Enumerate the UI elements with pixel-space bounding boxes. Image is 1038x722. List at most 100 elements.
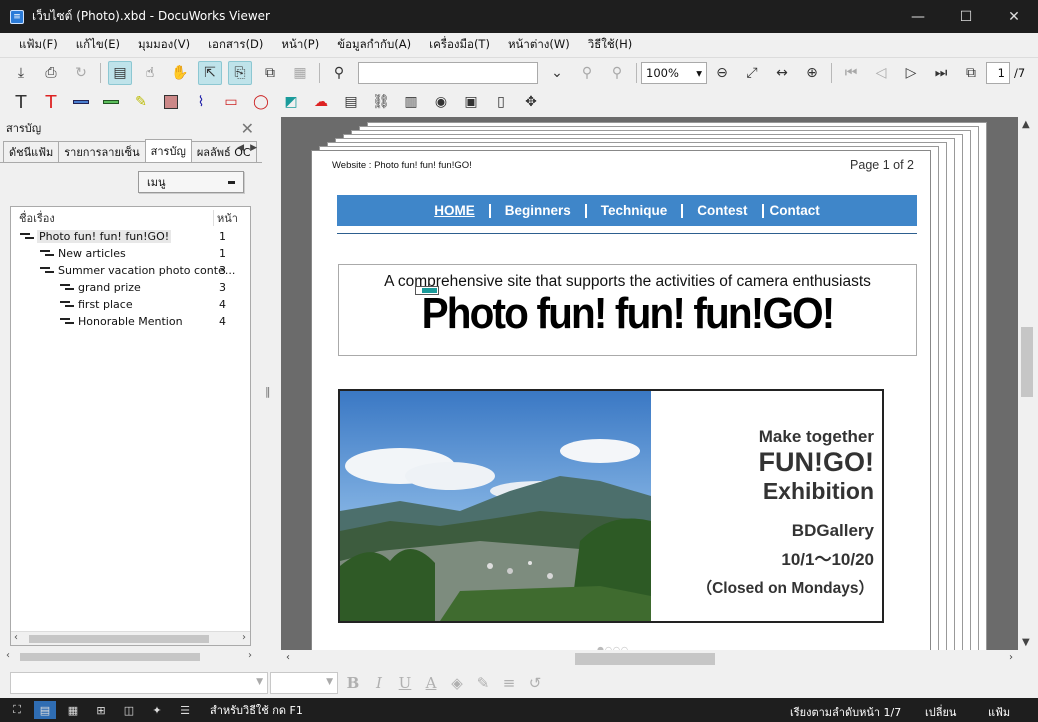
menu-view[interactable]: มุมมอง(V) <box>129 36 199 54</box>
menu-page[interactable]: หน้า(P) <box>272 36 328 54</box>
fill-color-icon[interactable]: ◈ <box>446 672 468 694</box>
bold-icon[interactable]: B <box>342 672 364 694</box>
toc-horizontal-scrollbar[interactable]: ‹ › <box>11 631 250 645</box>
annotation-select-icon[interactable]: ⇱ <box>198 60 222 85</box>
single-page-view-icon[interactable]: ▤ <box>34 701 56 719</box>
scrollbar-thumb[interactable] <box>575 653 715 665</box>
next-page-icon[interactable]: ▷ <box>899 61 923 85</box>
text-select-icon[interactable]: ☝ <box>138 61 162 85</box>
first-page-icon[interactable]: ⏮ <box>839 61 863 85</box>
italic-icon[interactable]: I <box>368 672 390 694</box>
page-number-input[interactable]: 1 <box>986 61 1010 84</box>
scroll-left-icon[interactable]: ‹ <box>6 650 10 661</box>
ellipse-icon[interactable]: ◯ <box>249 90 273 114</box>
freehand-icon[interactable]: ⌇ <box>189 90 213 114</box>
thumbnail-view-icon[interactable]: ▦ <box>62 701 84 719</box>
move-icon[interactable]: ✥ <box>519 90 543 114</box>
search-input[interactable] <box>358 61 538 84</box>
status-file[interactable]: แฟ้ม <box>988 703 1010 721</box>
toc-item[interactable]: Summer vacation photo conte... 3 <box>11 263 250 280</box>
close-button[interactable]: ✕ <box>990 0 1038 33</box>
font-size-select[interactable]: ▼ <box>270 672 338 694</box>
scrollbar-thumb[interactable] <box>29 635 209 643</box>
list-view-icon[interactable]: ☰ <box>174 701 196 719</box>
underline-icon[interactable]: U <box>394 672 416 694</box>
font-select[interactable]: ▼ <box>10 672 268 694</box>
menu-document[interactable]: เอกสาร(D) <box>199 36 272 54</box>
line-color-icon[interactable]: ✎ <box>472 672 494 694</box>
menu-help[interactable]: วิธีใช้(H) <box>579 36 642 54</box>
sticky-annotation[interactable] <box>415 286 439 295</box>
prev-page-icon[interactable]: ◁ <box>869 61 893 85</box>
chevron-down-icon[interactable]: ⌄ <box>545 61 569 85</box>
zoom-out-icon[interactable]: ⊖ <box>710 61 734 85</box>
date-stamp-icon[interactable]: ▤ <box>339 90 363 114</box>
tab-scroll-left-icon[interactable]: ◀ <box>237 143 244 153</box>
nav-home[interactable]: HOME <box>420 203 489 218</box>
document-page[interactable]: Website : Photo fun! fun! fun!GO! Page 1… <box>311 150 931 650</box>
fit-width-icon[interactable]: ↔ <box>770 61 794 85</box>
image-stamp-icon[interactable]: ▣ <box>459 90 483 114</box>
highlighter-icon[interactable]: ✎ <box>129 90 153 114</box>
minimize-button[interactable]: — <box>894 0 942 33</box>
nav-contact[interactable]: Contact <box>764 203 834 218</box>
scroll-up-icon[interactable]: ▲ <box>1022 119 1030 130</box>
toc-item[interactable]: first place 4 <box>11 297 250 314</box>
menu-file[interactable]: แฟ้ม(F) <box>10 36 67 54</box>
seal-stamp-icon[interactable]: ◉ <box>429 90 453 114</box>
zoom-in-icon[interactable]: ⊕ <box>800 61 824 85</box>
pin-icon[interactable]: ✦ <box>146 701 168 719</box>
toc-menu-button[interactable]: เมนู <box>138 171 244 193</box>
scroll-down-icon[interactable]: ▼ <box>1022 637 1030 648</box>
menu-window[interactable]: หน้าต่าง(W) <box>499 36 579 54</box>
fit-page-icon[interactable]: ⤢ <box>740 61 764 85</box>
close-icon[interactable]: ✕ <box>241 119 254 138</box>
save-icon[interactable]: ⤓ <box>9 61 33 85</box>
blue-line-icon[interactable] <box>69 90 93 114</box>
find-next-icon[interactable]: ⚲ <box>605 61 629 85</box>
print-icon[interactable]: ⎙ <box>39 61 63 85</box>
find-prev-icon[interactable]: ⚲ <box>575 61 599 85</box>
red-text-annotation-icon[interactable]: T <box>39 90 63 114</box>
line-style-icon[interactable]: ≡ <box>498 672 520 694</box>
page-list-icon[interactable]: ⧉ <box>959 61 983 85</box>
panel-horizontal-scrollbar[interactable]: ‹ › <box>4 650 256 664</box>
cloud-shape-icon[interactable]: ☁ <box>309 90 333 114</box>
tab-file-index[interactable]: ดัชนีแฟ้ม <box>3 141 60 162</box>
nav-contest[interactable]: Contest <box>683 203 761 218</box>
maximize-button[interactable]: ☐ <box>942 0 990 33</box>
nav-beginners[interactable]: Beginners <box>491 203 585 218</box>
vertical-scrollbar[interactable]: ▲ ▼ <box>1018 117 1036 650</box>
toc-item[interactable]: New articles 1 <box>11 246 250 263</box>
scroll-right-icon[interactable]: › <box>248 650 252 661</box>
toc-item[interactable]: Honorable Mention 4 <box>11 314 250 331</box>
toc-item[interactable]: grand prize 3 <box>11 280 250 297</box>
search-icon[interactable]: ⚲ <box>327 61 351 85</box>
bookmark-page-icon[interactable]: ⎘ <box>228 60 252 85</box>
stamp-icon[interactable]: ▦ <box>288 61 312 85</box>
rotate-icon[interactable]: ↻ <box>69 61 93 85</box>
font-color-icon[interactable]: A <box>420 672 442 694</box>
scroll-left-icon[interactable]: ‹ <box>14 632 18 643</box>
tab-signatures[interactable]: รายการลายเซ็น <box>58 141 146 162</box>
tab-toc[interactable]: สารบัญ <box>144 139 192 162</box>
menu-annotation[interactable]: ข้อมูลกำกับ(A) <box>328 36 420 54</box>
scrollbar-thumb[interactable] <box>20 653 200 661</box>
fullscreen-icon[interactable]: ⛶ <box>6 701 28 719</box>
rectangle-icon[interactable]: ▭ <box>219 90 243 114</box>
splitter-grip-icon[interactable]: ‖ <box>265 385 271 398</box>
rectangle-fill-icon[interactable] <box>159 90 183 114</box>
hand-tool-icon[interactable]: ✋ <box>168 61 192 85</box>
scroll-left-icon[interactable]: ‹ <box>286 652 290 663</box>
sticky-note-icon[interactable]: ◩ <box>279 90 303 114</box>
panel-splitter[interactable]: ‖ <box>262 117 280 668</box>
status-mode[interactable]: เปลี่ยน <box>925 703 956 721</box>
scroll-right-icon[interactable]: › <box>1009 652 1013 663</box>
toc-column-title[interactable]: ชื่อเรื่อง <box>19 209 55 227</box>
copy-page-icon[interactable]: ⧉ <box>258 61 282 85</box>
link-icon[interactable]: ⛓ <box>369 90 393 114</box>
page-size-icon[interactable]: ▯ <box>489 90 513 114</box>
document-view[interactable]: Website : Photo fun! fun! fun!GO! Page 1… <box>281 117 1018 650</box>
scroll-right-icon[interactable]: › <box>242 632 246 643</box>
undo-icon[interactable]: ↺ <box>524 672 546 694</box>
